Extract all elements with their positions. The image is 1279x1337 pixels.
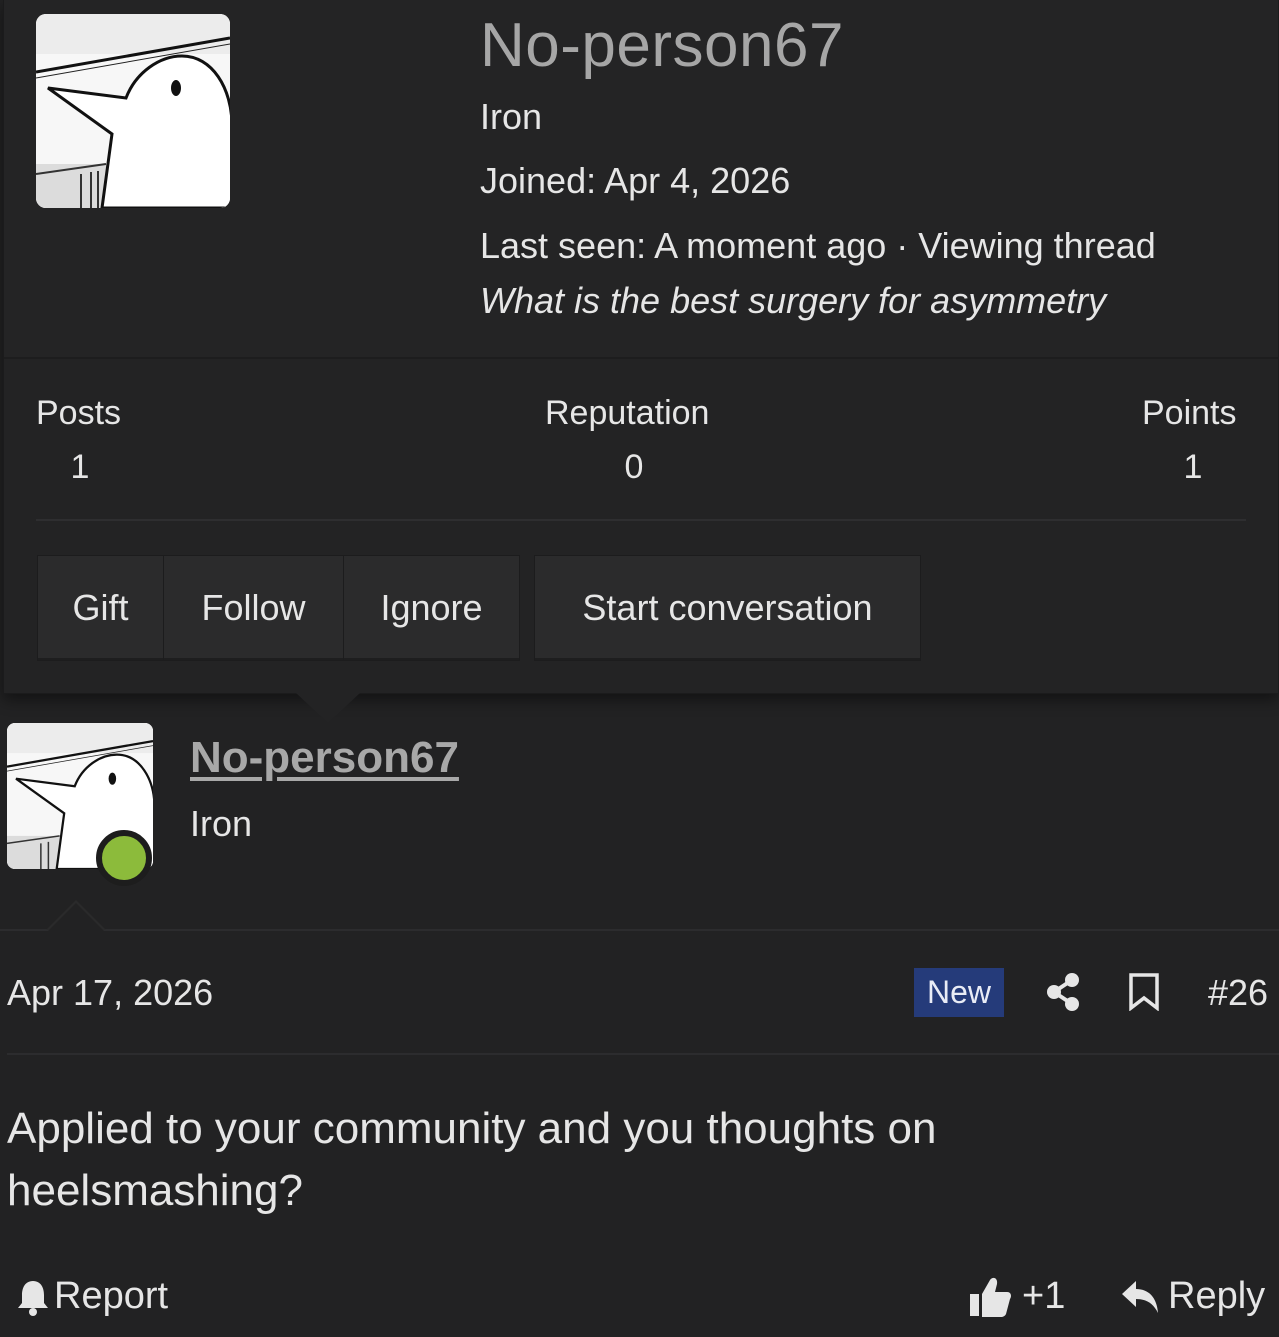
like-button[interactable]: +1 bbox=[968, 1275, 1065, 1318]
member-last-seen: Last seen: A moment ago · Viewing thread bbox=[480, 225, 1156, 266]
new-badge: New bbox=[914, 968, 1004, 1017]
post-divider bbox=[0, 929, 1279, 931]
reaction-count: +1 bbox=[1022, 1275, 1066, 1317]
bookmark-icon[interactable] bbox=[1128, 973, 1160, 1012]
report-label: Report bbox=[54, 1275, 169, 1317]
member-tooltip-card: No-person67 Iron Joined: Apr 4, 2026 Las… bbox=[3, 0, 1279, 694]
stat-value-reputation[interactable]: 0 bbox=[545, 448, 723, 487]
post-body-divider bbox=[7, 1053, 1279, 1055]
post-body: Applied to your community and you though… bbox=[7, 1098, 1057, 1222]
post-author-title: Iron bbox=[190, 803, 253, 844]
bell-icon bbox=[16, 1278, 50, 1316]
reply-button[interactable]: Reply bbox=[1120, 1275, 1265, 1318]
post-author-username[interactable]: No-person67 bbox=[190, 733, 459, 783]
start-conversation-button[interactable]: Start conversation bbox=[534, 555, 921, 661]
ignore-button[interactable]: Ignore bbox=[343, 555, 520, 661]
post-date[interactable]: Apr 17, 2026 bbox=[7, 972, 213, 1014]
member-user-title: Iron bbox=[480, 96, 543, 137]
stat-label-points: Points bbox=[1142, 394, 1237, 432]
stat-value-posts[interactable]: 1 bbox=[36, 448, 124, 487]
member-joined-date: Joined: Apr 4, 2026 bbox=[480, 160, 791, 201]
member-username[interactable]: No-person67 bbox=[480, 10, 844, 81]
post-body-line: Applied to your community and you though… bbox=[7, 1104, 937, 1153]
reply-label: Reply bbox=[1168, 1275, 1266, 1317]
card-pointer-arrow bbox=[296, 693, 360, 723]
stats-divider bbox=[36, 519, 1246, 521]
stat-value-points[interactable]: 1 bbox=[1142, 448, 1244, 487]
penguin-avatar-image bbox=[36, 14, 230, 208]
thumbs-up-icon bbox=[968, 1276, 1012, 1318]
stat-label-reputation: Reputation bbox=[545, 394, 710, 432]
online-status-indicator bbox=[96, 830, 152, 886]
stat-label-posts: Posts bbox=[36, 394, 122, 432]
gift-button[interactable]: Gift bbox=[37, 555, 164, 661]
follow-button[interactable]: Follow bbox=[163, 555, 344, 661]
reply-arrow-icon bbox=[1120, 1279, 1160, 1315]
post-pointer-arrow-inner bbox=[48, 903, 104, 931]
member-current-activity[interactable]: What is the best surgery for asymmetry bbox=[480, 280, 1106, 322]
report-button[interactable]: Report bbox=[16, 1275, 168, 1318]
share-icon[interactable] bbox=[1045, 972, 1081, 1012]
member-avatar[interactable] bbox=[36, 14, 230, 208]
post-permalink-number[interactable]: #26 bbox=[1208, 972, 1268, 1014]
post-body-line: heelsmashing? bbox=[7, 1166, 303, 1215]
